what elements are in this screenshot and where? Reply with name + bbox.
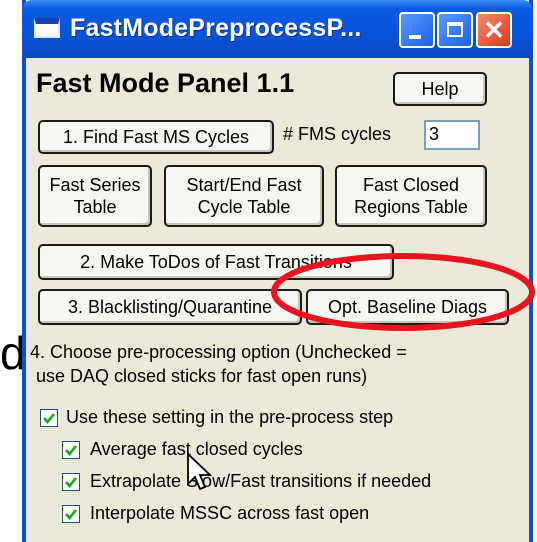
start-end-label-line2: Cycle Table (197, 197, 291, 217)
help-button[interactable]: Help (393, 72, 487, 106)
blacklisting-quarantine-button[interactable]: 3. Blacklisting/Quarantine (38, 289, 302, 325)
minimize-icon (409, 35, 421, 39)
interpolate-label: Interpolate MSSC across fast open (90, 503, 370, 523)
average-cycles-checkbox[interactable] (62, 441, 80, 459)
start-end-label-line1: Start/End Fast (186, 175, 302, 195)
panel-title: Fast Mode Panel 1.1 (36, 68, 295, 98)
maximize-icon (447, 22, 463, 37)
fast-closed-regions-table-button[interactable]: Fast Closed Regions Table (335, 165, 487, 227)
close-icon: ✕ (483, 15, 505, 45)
window-title: FastModePreprocessP... (70, 14, 362, 42)
maximize-button[interactable] (437, 12, 473, 48)
checkmark-icon (65, 509, 78, 521)
use-settings-label: Use these setting in the pre-process ste… (66, 407, 394, 427)
checkmark-icon (65, 477, 78, 489)
extrapolate-checkbox[interactable] (62, 473, 80, 491)
checkmark-icon (65, 445, 78, 457)
extrapolate-label: Extrapolate Slow/Fast transitions if nee… (90, 471, 432, 491)
fast-series-table-button[interactable]: Fast Series Table (38, 165, 152, 227)
fast-series-label-line1: Fast Series (49, 175, 141, 195)
closed-regions-label-line2: Regions Table (354, 197, 468, 217)
fms-cycles-input[interactable]: 3 (424, 120, 480, 150)
fast-series-label-line2: Table (73, 197, 117, 217)
mouse-cursor-icon (187, 452, 212, 491)
app-window-icon (34, 18, 60, 38)
start-end-cycle-table-button[interactable]: Start/End Fast Cycle Table (164, 165, 324, 227)
find-fast-ms-cycles-button[interactable]: 1. Find Fast MS Cycles (38, 120, 274, 154)
fms-cycles-label: # FMS cycles (283, 124, 392, 144)
use-settings-checkbox[interactable] (40, 409, 58, 427)
option-description-line2: use DAQ closed sticks for fast open runs… (36, 366, 368, 386)
close-button[interactable]: ✕ (476, 12, 512, 48)
minimize-button[interactable] (399, 12, 435, 48)
interpolate-checkbox[interactable] (62, 505, 80, 523)
checkmark-icon (43, 413, 56, 425)
closed-regions-label-line1: Fast Closed (362, 175, 460, 195)
option-description-line1: 4. Choose pre-processing option (Uncheck… (30, 342, 407, 362)
red-highlight-ellipse (271, 253, 535, 331)
